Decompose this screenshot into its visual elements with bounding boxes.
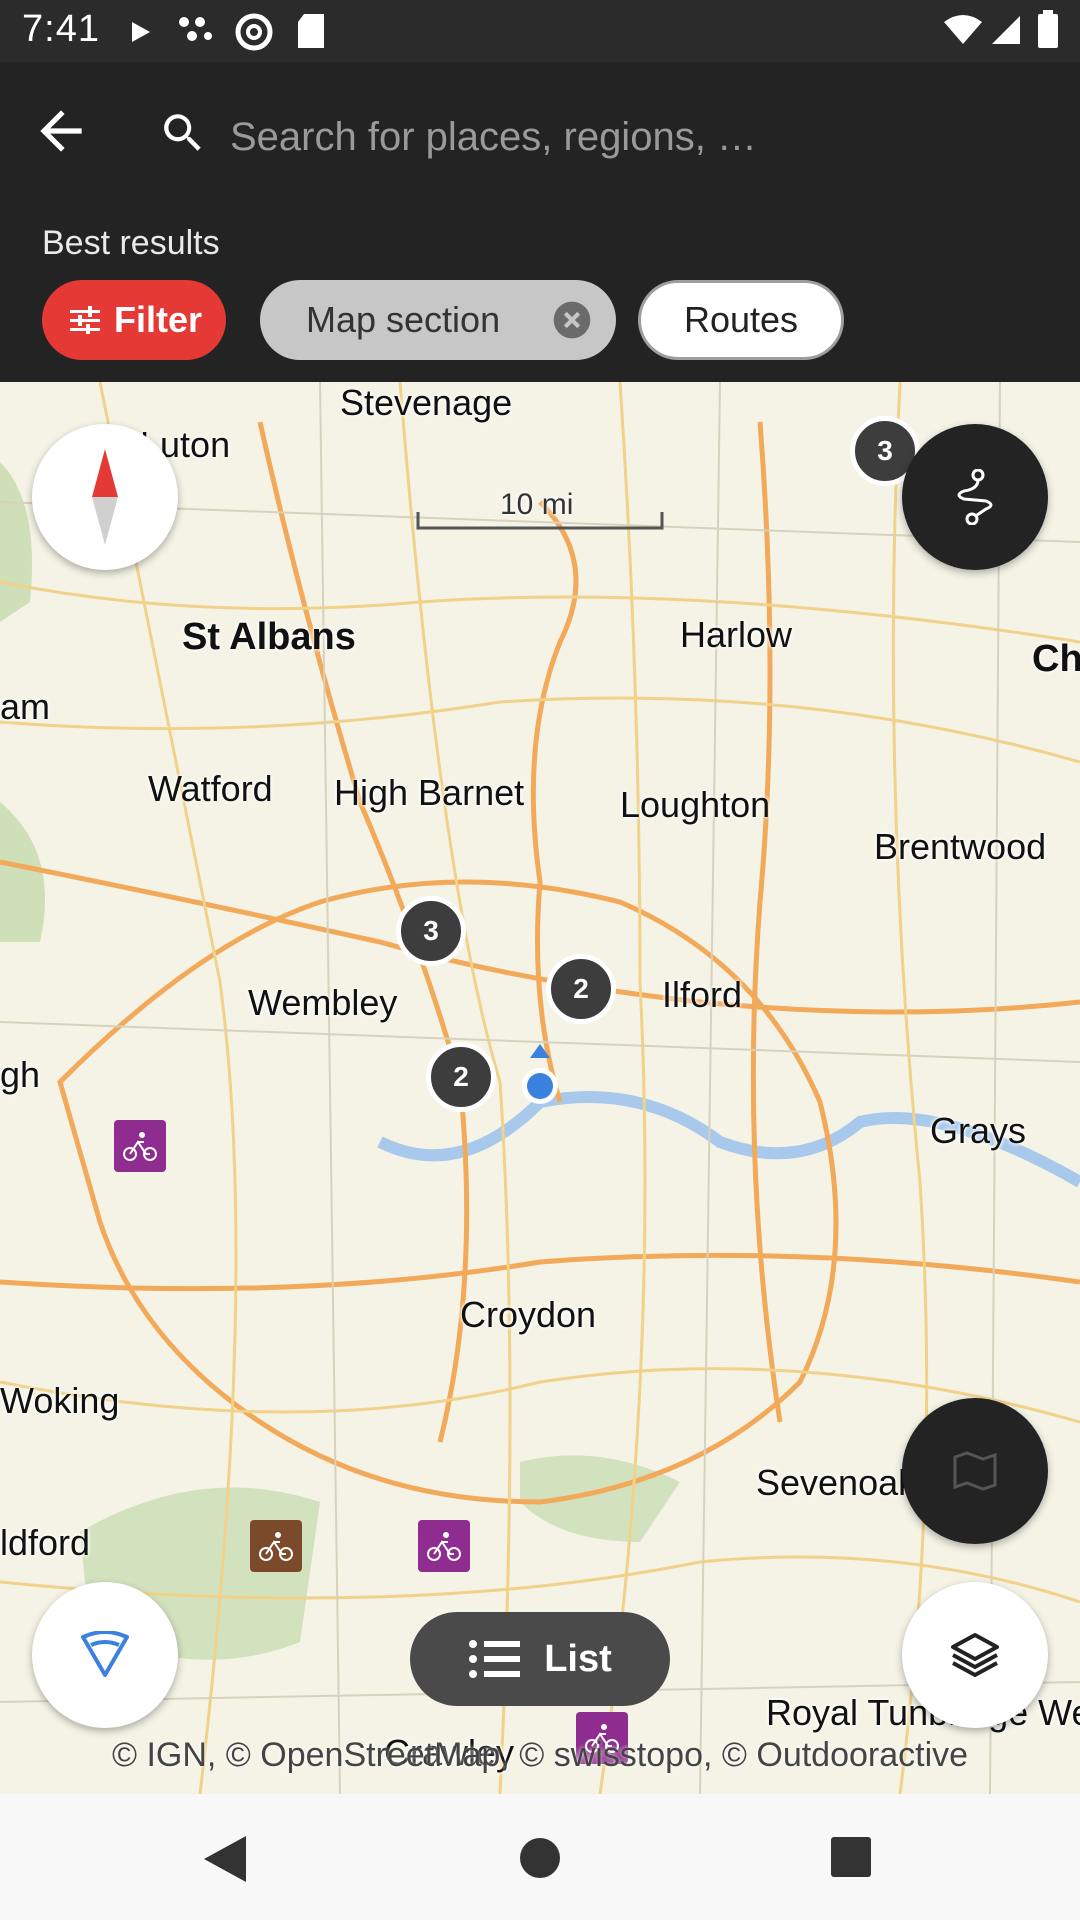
compass-icon — [92, 449, 118, 545]
cluster-marker[interactable]: 3 — [396, 896, 466, 966]
route-planner-button[interactable] — [902, 424, 1048, 570]
place-stevenage: Stevenage — [340, 382, 513, 423]
best-results-label: Best results — [42, 224, 220, 262]
scale-label: 10 mi — [500, 488, 574, 521]
map-icon — [953, 1451, 997, 1491]
status-bar: 7:41 — [0, 0, 1080, 62]
signal-icon — [992, 16, 1020, 44]
filter-label: Filter — [114, 299, 203, 340]
place-wembley: Wembley — [248, 982, 398, 1023]
search-input[interactable] — [228, 106, 1032, 168]
place-woking: Woking — [0, 1380, 120, 1421]
nav-back-icon[interactable] — [202, 1834, 248, 1884]
place-che: Che — [1032, 638, 1080, 680]
place-brentwood: Brentwood — [874, 826, 1047, 867]
list-label: List — [544, 1637, 612, 1680]
place-watford: Watford — [148, 768, 273, 809]
map-section-chip[interactable]: Map section — [260, 280, 616, 360]
back-arrow-icon[interactable] — [30, 100, 92, 162]
place-ldford: ldford — [0, 1522, 91, 1563]
offline-map-button[interactable] — [902, 1398, 1048, 1544]
map-attribution: © IGN, © OpenStreetMap, © swisstopo, © O… — [111, 1736, 969, 1774]
place-am: am — [0, 686, 51, 727]
bike-poi-icon[interactable] — [250, 1520, 302, 1572]
route-icon — [957, 469, 993, 525]
place-grays: Grays — [930, 1110, 1027, 1151]
navigation-bar — [0, 1794, 1080, 1920]
search-icon — [164, 114, 201, 151]
clear-circle-icon[interactable] — [552, 300, 592, 340]
routes-label: Routes — [683, 299, 799, 340]
bike-poi-icon[interactable] — [114, 1120, 166, 1172]
place-high-barnet: High Barnet — [334, 772, 525, 813]
compass-button[interactable] — [32, 424, 178, 570]
cluster-marker[interactable]: 2 — [546, 954, 616, 1024]
map-section-label: Map section — [306, 299, 501, 340]
navigation-icon — [81, 1631, 129, 1677]
dots-icon — [179, 17, 212, 41]
bike-poi-icon[interactable] — [418, 1520, 470, 1572]
place-gh: gh — [0, 1054, 41, 1095]
map-view[interactable]: 10 mi Stevenage Luton St Albans Harlow C… — [0, 382, 1080, 1794]
filter-button[interactable]: Filter — [42, 280, 226, 360]
place-harlow: Harlow — [680, 614, 793, 655]
current-location-icon — [522, 1044, 558, 1104]
sd-card-icon — [298, 14, 324, 48]
list-icon — [469, 1640, 521, 1678]
place-loughton: Loughton — [620, 784, 771, 825]
filter-sliders-icon — [70, 306, 100, 334]
place-ilford: Ilford — [662, 974, 743, 1015]
wifi-icon — [944, 15, 982, 44]
location-tracking-button[interactable] — [32, 1582, 178, 1728]
play-icon — [132, 22, 150, 42]
nav-home-icon[interactable] — [516, 1834, 564, 1882]
status-time: 7:41 — [22, 8, 100, 50]
layers-icon — [951, 1633, 999, 1678]
place-croydon: Croydon — [460, 1294, 597, 1335]
routes-chip[interactable]: Routes — [638, 280, 844, 360]
map-layers-button[interactable] — [902, 1582, 1048, 1728]
place-st-albans: St Albans — [182, 616, 356, 658]
nav-recents-icon[interactable] — [828, 1834, 874, 1880]
battery-icon — [1038, 10, 1058, 48]
at-icon — [235, 13, 273, 51]
list-button[interactable]: List — [410, 1612, 670, 1706]
cluster-marker[interactable]: 2 — [426, 1042, 496, 1112]
